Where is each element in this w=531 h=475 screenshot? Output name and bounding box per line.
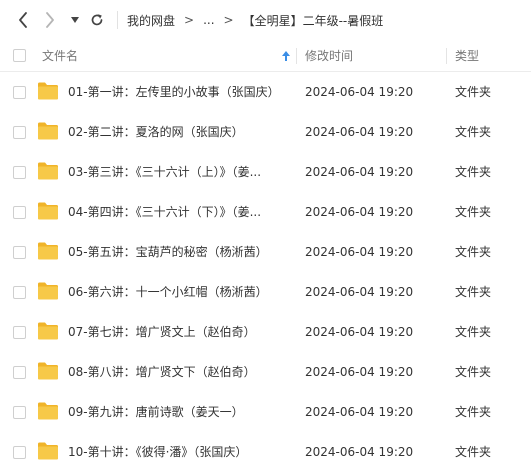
file-row[interactable]: 06-第六讲：十一个小红帽（杨淅茜） 2024-06-04 19:20 文件夹	[0, 272, 531, 312]
row-checkbox[interactable]	[13, 166, 26, 179]
file-mtime: 2024-06-04 19:20	[305, 365, 414, 379]
column-divider[interactable]	[296, 48, 297, 64]
file-mtime: 2024-06-04 19:20	[305, 85, 414, 99]
folder-icon	[38, 202, 58, 220]
file-list: 01-第一讲：左传里的小故事（张国庆） 2024-06-04 19:20 文件夹 02…	[0, 72, 531, 472]
file-row[interactable]: 01-第一讲：左传里的小故事（张国庆） 2024-06-04 19:20 文件夹	[0, 72, 531, 112]
forward-button[interactable]	[40, 10, 60, 30]
file-mtime: 2024-06-04 19:20	[305, 125, 414, 139]
column-name-header[interactable]: 文件名	[42, 40, 78, 72]
file-row[interactable]: 08-第八讲：增广贤文下（赵伯奇） 2024-06-04 19:20 文件夹	[0, 352, 531, 392]
file-mtime: 2024-06-04 19:20	[305, 445, 414, 459]
file-name[interactable]: 04-第四讲：《三十六计（下）》（姜...	[68, 192, 290, 232]
file-row[interactable]: 05-第五讲：宝葫芦的秘密（杨淅茜） 2024-06-04 19:20 文件夹	[0, 232, 531, 272]
file-type: 文件夹	[455, 245, 492, 259]
history-dropdown-button[interactable]	[68, 10, 82, 30]
file-name[interactable]: 08-第八讲：增广贤文下（赵伯奇）	[68, 352, 290, 392]
folder-icon	[38, 162, 58, 180]
folder-icon	[38, 242, 58, 260]
file-name[interactable]: 01-第一讲：左传里的小故事（张国庆）	[68, 72, 290, 112]
file-mtime: 2024-06-04 19:20	[305, 405, 414, 419]
row-checkbox[interactable]	[13, 206, 26, 219]
row-checkbox[interactable]	[13, 406, 26, 419]
file-name[interactable]: 03-第三讲：《三十六计（上）》（姜...	[68, 152, 290, 192]
sort-ascending-icon[interactable]	[281, 50, 291, 62]
file-mtime: 2024-06-04 19:20	[305, 285, 414, 299]
row-checkbox[interactable]	[13, 326, 26, 339]
refresh-icon	[91, 14, 103, 26]
row-checkbox[interactable]	[13, 366, 26, 379]
file-type: 文件夹	[455, 165, 492, 179]
file-name[interactable]: 06-第六讲：十一个小红帽（杨淅茜）	[68, 272, 290, 312]
file-name[interactable]: 05-第五讲：宝葫芦的秘密（杨淅茜）	[68, 232, 290, 272]
file-name[interactable]: 07-第七讲：增广贤文上（赵伯奇）	[68, 312, 290, 352]
back-button[interactable]	[13, 10, 33, 30]
column-mtime-header[interactable]: 修改时间	[305, 40, 353, 72]
folder-icon	[38, 122, 58, 140]
file-type: 文件夹	[455, 205, 492, 219]
file-row[interactable]: 04-第四讲：《三十六计（下）》（姜... 2024-06-04 19:20 文件夹	[0, 192, 531, 232]
folder-icon	[38, 322, 58, 340]
row-checkbox[interactable]	[13, 446, 26, 459]
folder-icon	[38, 82, 58, 100]
breadcrumb-ellipsis[interactable]: ...	[203, 13, 214, 27]
refresh-button[interactable]	[88, 10, 106, 30]
row-checkbox[interactable]	[13, 86, 26, 99]
breadcrumb-root[interactable]: 我的网盘	[127, 12, 175, 29]
file-type: 文件夹	[455, 325, 492, 339]
file-row[interactable]: 07-第七讲：增广贤文上（赵伯奇） 2024-06-04 19:20 文件夹	[0, 312, 531, 352]
file-type: 文件夹	[455, 405, 492, 419]
file-mtime: 2024-06-04 19:20	[305, 245, 414, 259]
row-checkbox[interactable]	[13, 246, 26, 259]
file-row[interactable]: 03-第三讲：《三十六计（上）》（姜... 2024-06-04 19:20 文件夹	[0, 152, 531, 192]
toolbar-divider	[117, 11, 118, 29]
breadcrumb-separator: >	[184, 13, 195, 27]
file-mtime: 2024-06-04 19:20	[305, 205, 414, 219]
chevron-right-icon	[46, 12, 54, 28]
file-type: 文件夹	[455, 125, 492, 139]
select-all-checkbox[interactable]	[13, 49, 26, 62]
file-name[interactable]: 02-第二讲：夏洛的网（张国庆）	[68, 112, 290, 152]
file-row[interactable]: 10-第十讲：《彼得·潘》（张国庆） 2024-06-04 19:20 文件夹	[0, 432, 531, 472]
breadcrumb-separator: >	[223, 13, 234, 27]
column-header: 文件名 修改时间 类型	[0, 40, 531, 72]
row-checkbox[interactable]	[13, 126, 26, 139]
file-type: 文件夹	[455, 365, 492, 379]
file-type: 文件夹	[455, 285, 492, 299]
caret-down-icon	[71, 17, 79, 23]
column-divider[interactable]	[446, 48, 447, 64]
folder-icon	[38, 282, 58, 300]
file-row[interactable]: 02-第二讲：夏洛的网（张国庆） 2024-06-04 19:20 文件夹	[0, 112, 531, 152]
file-mtime: 2024-06-04 19:20	[305, 165, 414, 179]
file-row[interactable]: 09-第九讲：唐前诗歌（姜天一） 2024-06-04 19:20 文件夹	[0, 392, 531, 432]
column-type-header[interactable]: 类型	[455, 40, 479, 72]
file-name[interactable]: 09-第九讲：唐前诗歌（姜天一）	[68, 392, 290, 432]
breadcrumb-current: 【全明星】二年级--暑假班	[242, 13, 384, 28]
file-type: 文件夹	[455, 85, 492, 99]
row-checkbox[interactable]	[13, 286, 26, 299]
folder-icon	[38, 402, 58, 420]
folder-icon	[38, 362, 58, 380]
file-mtime: 2024-06-04 19:20	[305, 325, 414, 339]
file-name[interactable]: 10-第十讲：《彼得·潘》（张国庆）	[68, 432, 290, 472]
toolbar: 我的网盘 > ... > 【全明星】二年级--暑假班	[0, 0, 531, 40]
breadcrumb: 我的网盘 > ... > 【全明星】二年级--暑假班	[127, 0, 383, 40]
folder-icon	[38, 442, 58, 460]
chevron-left-icon	[19, 12, 27, 28]
file-type: 文件夹	[455, 445, 492, 459]
